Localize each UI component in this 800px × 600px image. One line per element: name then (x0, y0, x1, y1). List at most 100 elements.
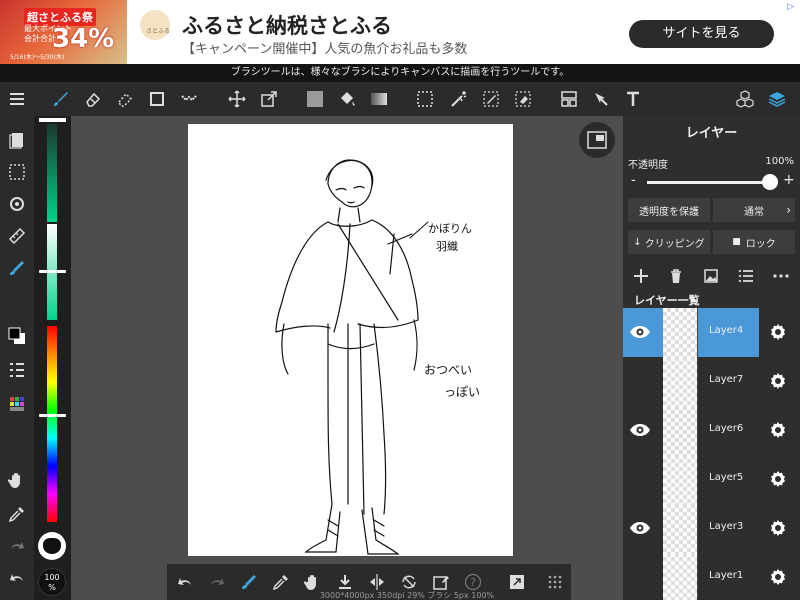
visibility-eye-icon[interactable] (627, 418, 653, 442)
magic-wand-icon[interactable] (446, 86, 472, 112)
hand-tool-icon[interactable] (5, 468, 29, 492)
menu-icon[interactable] (4, 86, 30, 112)
layer-row[interactable]: Layer3 (623, 504, 800, 553)
layer-settings-gear-icon[interactable] (767, 321, 789, 343)
redo-button-icon[interactable] (205, 570, 229, 594)
redo-icon[interactable] (5, 534, 29, 558)
opacity-slider-knob[interactable] (762, 174, 778, 190)
undo-icon[interactable] (5, 566, 29, 590)
fill-color-icon[interactable] (302, 86, 328, 112)
visibility-eye-icon[interactable] (627, 467, 653, 491)
navigator-button[interactable] (579, 122, 615, 158)
color-swap-icon[interactable] (5, 324, 29, 348)
ad-close-icon[interactable]: ▷ (787, 2, 794, 12)
drawing-canvas[interactable]: かぼりん 羽織 おつべい っぽい (188, 124, 513, 556)
rectangle-icon[interactable] (144, 86, 170, 112)
svg-text:?: ? (470, 576, 476, 589)
opacity-minus-button[interactable]: - (631, 173, 636, 188)
ad-description: 【キャンペーン開催中】人気の魚介お礼品も多数 (182, 42, 468, 57)
grid-dots-icon[interactable] (543, 570, 567, 594)
ruler-icon[interactable] (5, 224, 29, 248)
visibility-eye-icon[interactable] (627, 565, 653, 589)
dot-icon[interactable] (176, 86, 202, 112)
layer-name: Layer4 (709, 325, 744, 336)
add-image-layer-icon[interactable] (701, 266, 721, 286)
sketch-note-1b: 羽織 (436, 240, 458, 253)
blur-icon[interactable] (112, 86, 138, 112)
clipping-label: クリッピング (644, 238, 705, 250)
ad-logo (140, 10, 170, 40)
undo-button-icon[interactable] (173, 570, 197, 594)
layer-list-menu-icon[interactable] (736, 266, 756, 286)
3d-material-icon[interactable] (732, 86, 758, 112)
brush-list-icon[interactable] (5, 358, 29, 382)
sketch-drawing: かぼりん 羽織 おつべい っぽい (275, 159, 480, 555)
canvas-area[interactable]: かぼりん 羽織 おつべい っぽい ? 3000*4000px 350dpi 29… (71, 116, 623, 600)
layer-row[interactable]: Layer1 (623, 553, 800, 600)
snap-icon[interactable] (5, 192, 29, 216)
brush-icon[interactable] (48, 86, 74, 112)
ad-percent: 34% (52, 24, 115, 54)
lock-label: ロック (745, 238, 776, 250)
sketch-note-1a: かぼりん (428, 222, 472, 235)
layer-row[interactable]: Layer7 (623, 357, 800, 406)
layers-icon[interactable] (764, 86, 790, 112)
hue-slider[interactable] (47, 326, 57, 522)
eyedropper-button-icon[interactable] (269, 570, 293, 594)
layer-settings-gear-icon[interactable] (767, 419, 789, 441)
fullscreen-icon[interactable] (505, 570, 529, 594)
trash-icon[interactable] (666, 266, 686, 286)
layer-settings-gear-icon[interactable] (767, 566, 789, 588)
transform-icon[interactable] (256, 86, 282, 112)
pages-icon[interactable] (5, 128, 29, 152)
palette-icon[interactable] (5, 392, 29, 416)
brush-modify-icon[interactable] (237, 570, 261, 594)
saturation-knob[interactable] (39, 270, 66, 273)
clipping-button[interactable]: ↓ クリッピング (628, 230, 710, 254)
layer-row[interactable]: Layer5 (623, 455, 800, 504)
blend-mode-label: 通常 (744, 206, 764, 218)
text-icon[interactable] (620, 86, 646, 112)
add-layer-icon[interactable] (631, 266, 651, 286)
hand-correction-icon[interactable] (5, 256, 29, 280)
opacity-plus-button[interactable]: + (783, 172, 795, 188)
brightness-slider[interactable] (47, 124, 57, 222)
zoom-badge[interactable]: 100 % (38, 568, 66, 596)
more-options-icon[interactable] (771, 266, 791, 286)
layer-settings-gear-icon[interactable] (767, 517, 789, 539)
bucket-icon[interactable] (334, 86, 360, 112)
ad-logo-text: さとふる (146, 28, 171, 35)
layer-settings-gear-icon[interactable] (767, 468, 789, 490)
ad-banner[interactable]: 超さとふる祭 最大ポイント 会計合計 34% 5/16(木)〜5/30(木) さと… (0, 0, 800, 64)
visibility-eye-icon[interactable] (627, 516, 653, 540)
hue-knob[interactable] (39, 414, 66, 417)
layer-name: Layer1 (709, 570, 744, 581)
visibility-eye-icon[interactable] (627, 369, 653, 393)
layer-thumbnail (663, 504, 698, 553)
layer-row[interactable]: Layer4 (623, 308, 800, 357)
layer-settings-gear-icon[interactable] (767, 370, 789, 392)
lock-button[interactable]: ■ ロック (713, 230, 795, 254)
operation-icon[interactable] (588, 86, 614, 112)
layer-row[interactable]: Layer6 (623, 406, 800, 455)
layer-thumbnail (663, 553, 698, 600)
select-pen-icon[interactable] (478, 86, 504, 112)
ad-title[interactable]: ふるさと納税さとふる (182, 10, 392, 40)
blend-mode-button[interactable]: 通常 › (713, 198, 795, 222)
select-icon[interactable] (412, 86, 438, 112)
brush-preview[interactable] (38, 532, 66, 560)
eyedropper-icon[interactable] (5, 502, 29, 526)
gradient-icon[interactable] (366, 86, 392, 112)
select-eraser-icon[interactable] (510, 86, 536, 112)
opacity-slider[interactable] (647, 181, 771, 184)
eraser-icon[interactable] (80, 86, 106, 112)
frame-icon[interactable] (556, 86, 582, 112)
sketch-note-2b: っぽい (444, 385, 480, 399)
lock-icon: ■ (732, 237, 741, 247)
ad-visit-button[interactable]: サイトを見る (629, 20, 774, 48)
ad-image[interactable]: 超さとふる祭 最大ポイント 会計合計 34% 5/16(木)〜5/30(木) (0, 0, 127, 64)
visibility-eye-icon[interactable] (627, 320, 653, 344)
protect-alpha-button[interactable]: 透明度を保護 (628, 198, 710, 222)
move-icon[interactable] (224, 86, 250, 112)
selection-display-icon[interactable] (5, 160, 29, 184)
